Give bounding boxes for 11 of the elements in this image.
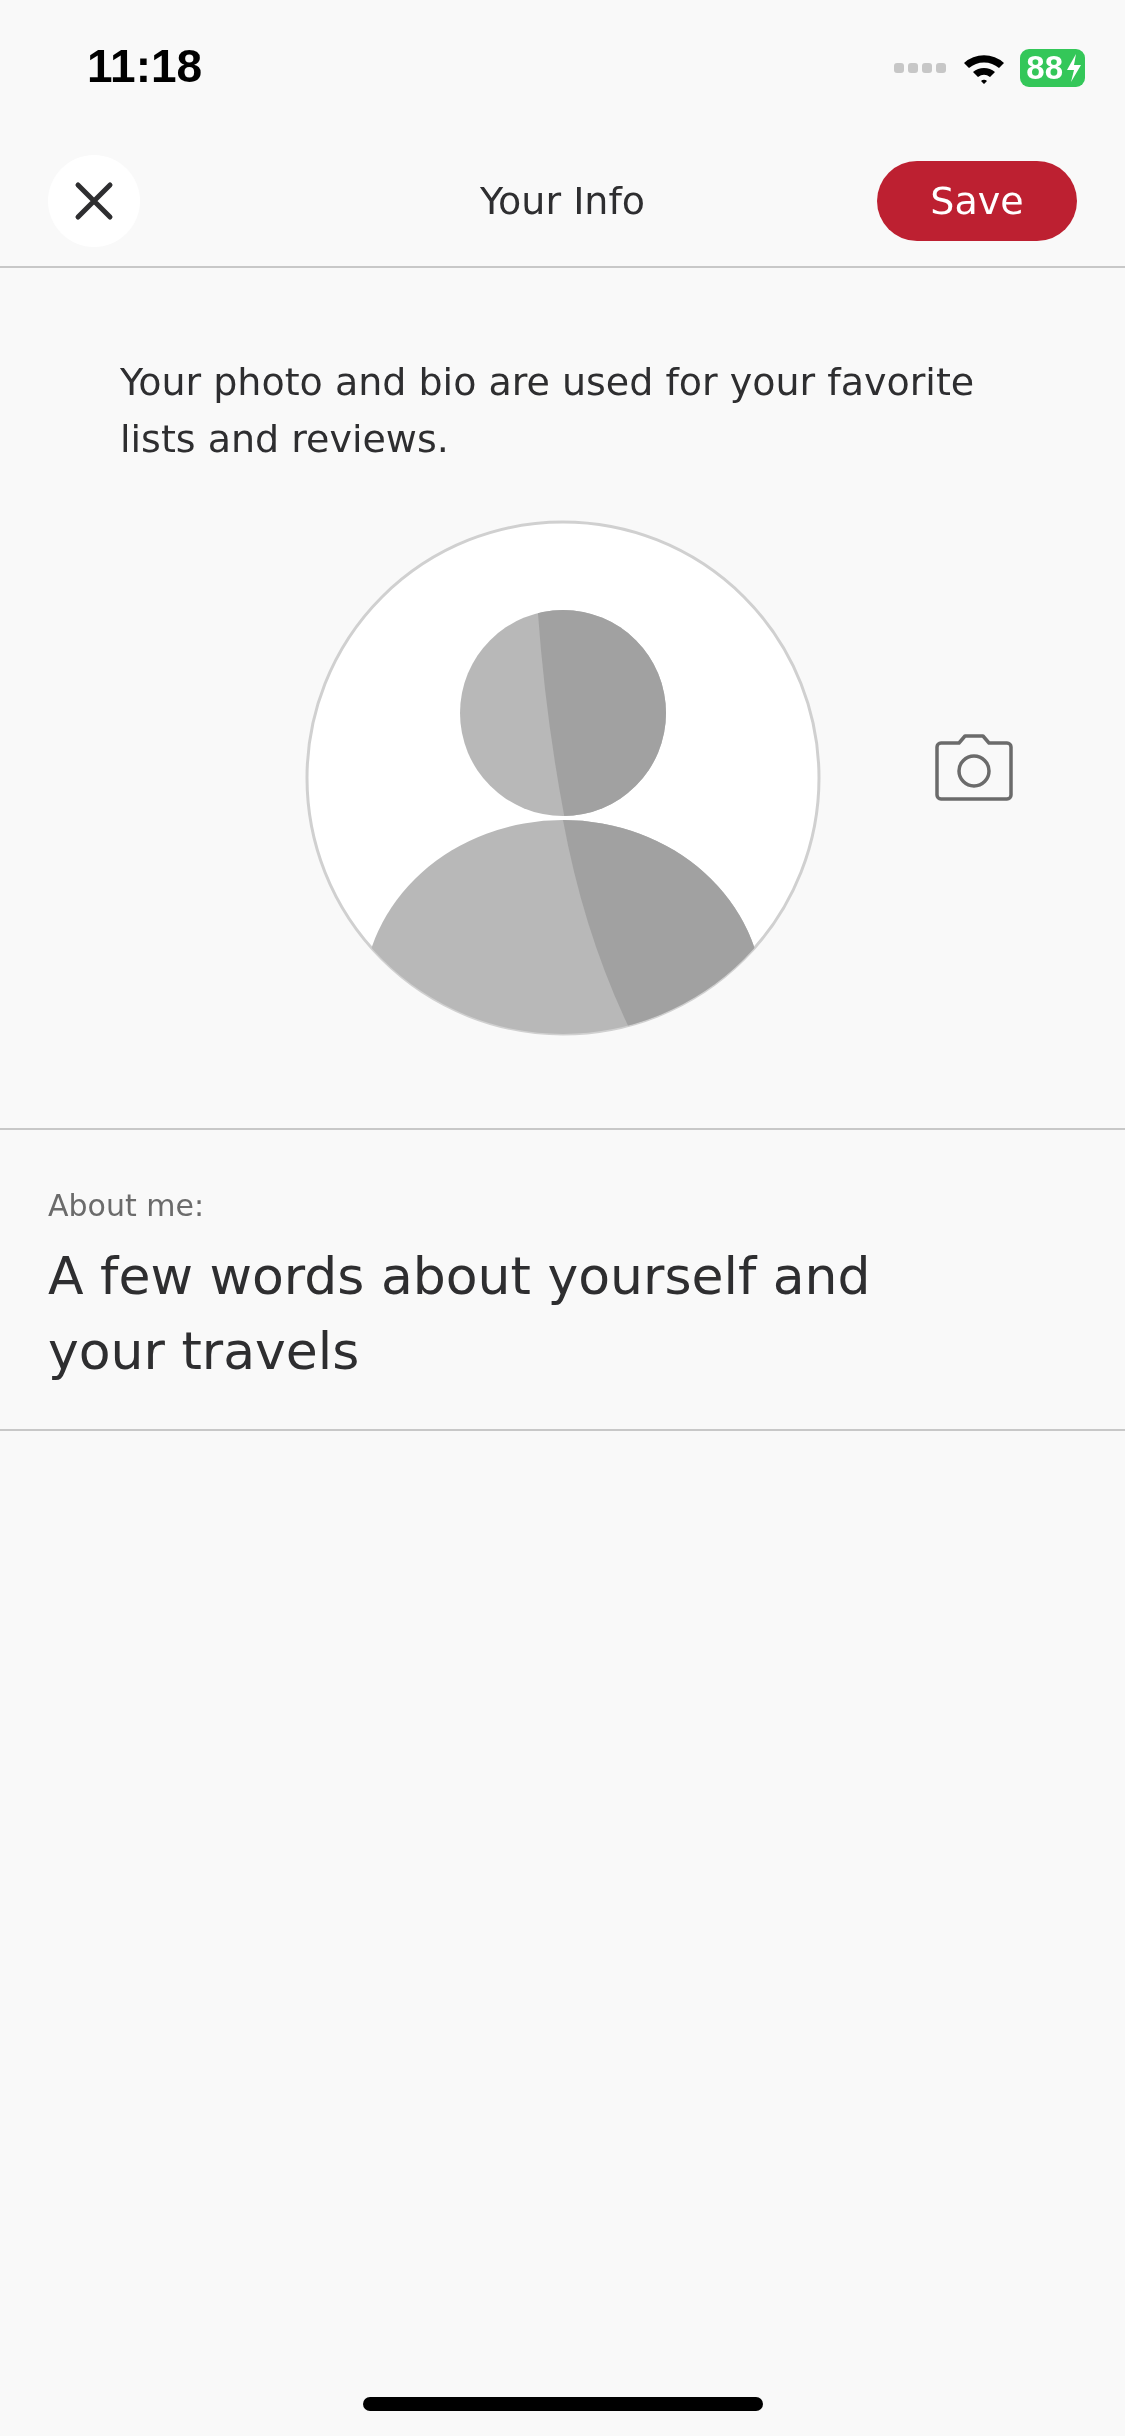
signal-icon [894, 61, 949, 75]
about-input-field[interactable]: A few words about yourself and your travels [48, 1239, 928, 1389]
status-time: 11:18 [87, 39, 203, 93]
camera-icon[interactable] [935, 733, 1013, 804]
save-button[interactable]: Save [877, 161, 1077, 241]
avatar-placeholder-icon[interactable] [304, 520, 821, 1036]
screen-title: Your Info [479, 179, 646, 223]
battery-indicator: 88 [1020, 49, 1085, 87]
close-icon [74, 181, 114, 221]
about-label: About me: [48, 1188, 206, 1223]
intro-text: Your photo and bio are used for your favorite lists and reviews. [120, 359, 976, 463]
